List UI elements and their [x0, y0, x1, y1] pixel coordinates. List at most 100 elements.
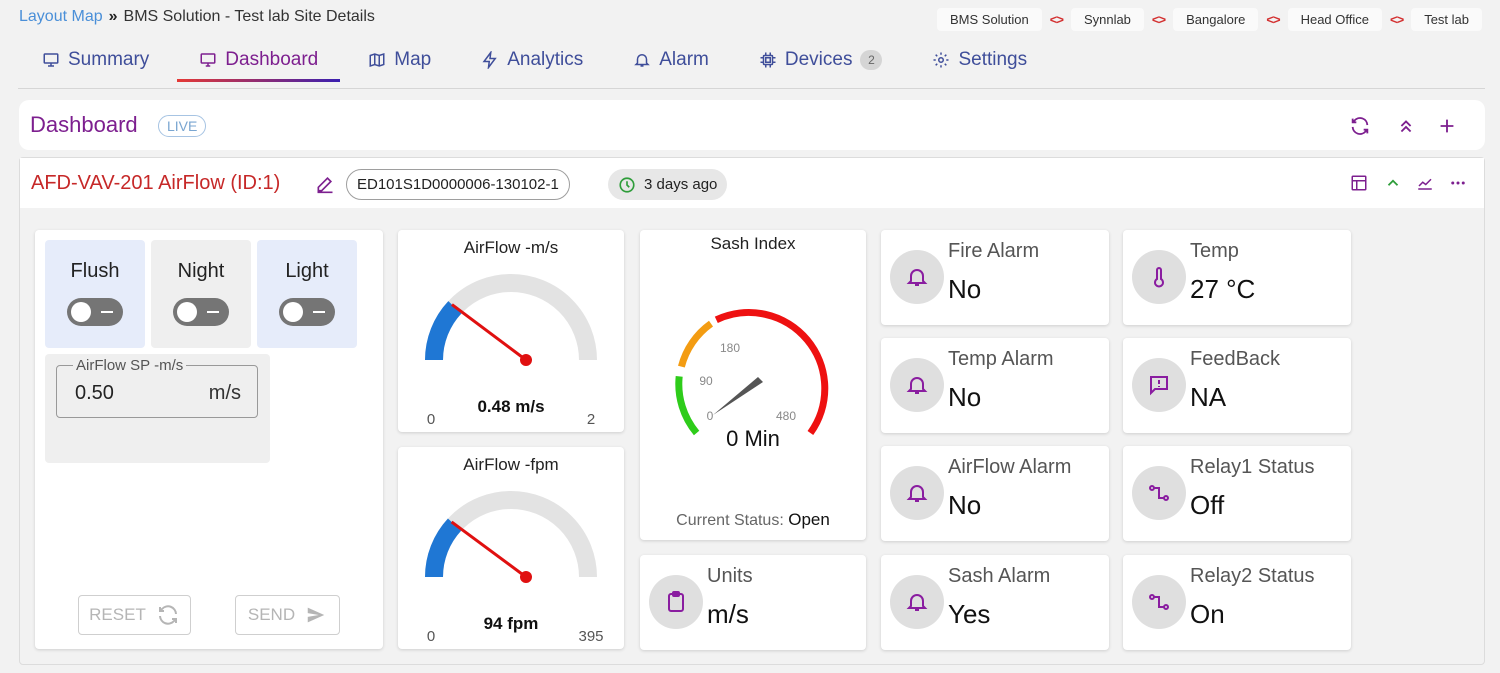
setpoint-field[interactable]: AirFlow SP -m/s 0.50 m/s	[56, 357, 258, 418]
gauge-hub	[520, 571, 532, 583]
send-button[interactable]: SEND	[235, 595, 340, 635]
stat-label: Relay1 Status	[1190, 456, 1315, 478]
hierarchy-item-test-lab[interactable]: Test lab	[1411, 8, 1482, 31]
breadcrumb: Layout Map » BMS Solution - Test lab Sit…	[19, 8, 375, 26]
hierarchy-item-bms-solution[interactable]: BMS Solution	[936, 8, 1042, 31]
tab-label: Alarm	[659, 49, 709, 70]
tab-summary[interactable]: Summary	[42, 42, 149, 78]
setpoint-panel: AirFlow SP -m/s 0.50 m/s	[45, 354, 270, 463]
send-label: SEND	[247, 605, 296, 624]
hierarchy-separator-icon: <>	[1049, 12, 1064, 27]
sash-tick-480: 480	[776, 409, 796, 423]
tab-alarm[interactable]: Alarm	[633, 42, 709, 78]
night-switch[interactable]	[173, 298, 229, 326]
main-tabs: Summary Dashboard Map Analytics Alarm De…	[42, 42, 1077, 82]
device-serial-chip: ED101S1D0000006-130102-1	[346, 169, 570, 200]
gauge-hub	[520, 354, 532, 366]
setpoint-value[interactable]: 0.50	[75, 382, 114, 405]
devices-count-badge: 2	[860, 50, 883, 70]
device-serial: ED101S1D0000006-130102-1	[357, 176, 559, 193]
dashboard-header: Dashboard LIVE	[19, 100, 1485, 150]
sash-tick-0: 0	[707, 409, 714, 423]
device-title: AFD-VAV-201 AirFlow (ID:1)	[31, 172, 281, 194]
hierarchy-item-head-office[interactable]: Head Office	[1287, 8, 1382, 31]
alarm-label: Fire Alarm	[948, 240, 1040, 262]
tab-label: Map	[394, 49, 432, 70]
alarm-value: No	[948, 382, 982, 412]
refresh-icon[interactable]	[1349, 115, 1371, 137]
edit-icon[interactable]	[315, 174, 335, 194]
page-title: Dashboard	[30, 112, 138, 137]
stat-label: Relay2 Status	[1190, 565, 1315, 587]
layout-icon[interactable]	[1350, 174, 1368, 192]
gauge-max: 2	[587, 411, 595, 428]
night-toggle-tile: Night	[151, 240, 251, 348]
send-icon	[307, 607, 325, 623]
gauge-needle	[450, 520, 527, 579]
flush-switch[interactable]	[67, 298, 123, 326]
feedback-card: FeedBack NA	[1123, 338, 1351, 433]
airflow-fpm-gauge: 94 fpm 0 395	[425, 491, 604, 645]
thermometer-icon	[1132, 250, 1186, 304]
tab-dashboard[interactable]: Dashboard	[177, 42, 341, 82]
chevron-up-icon[interactable]	[1384, 174, 1402, 192]
gauge-fill	[425, 518, 462, 578]
sash-status-label: Current Status:	[676, 512, 784, 529]
site-hierarchy: BMS Solution <> Synnlab <> Bangalore <> …	[936, 8, 1482, 31]
gauge-min: 0	[427, 411, 435, 428]
tab-analytics[interactable]: Analytics	[481, 42, 583, 78]
temp-alarm-card: Temp Alarm No	[881, 338, 1109, 433]
sash-needle	[713, 377, 763, 415]
breadcrumb-layout-map-link[interactable]: Layout Map	[19, 8, 103, 26]
sash-index-card: Sash Index 0 90 180 480 0 Min Current St…	[640, 230, 866, 540]
chart-line-icon[interactable]	[1416, 174, 1434, 192]
clipboard-icon	[649, 575, 703, 629]
units-value: m/s	[707, 599, 749, 629]
device-header: AFD-VAV-201 AirFlow (ID:1) ED101S1D00000…	[20, 158, 1484, 208]
tab-map[interactable]: Map	[368, 42, 431, 78]
device-panel: AFD-VAV-201 AirFlow (ID:1) ED101S1D00000…	[19, 157, 1485, 665]
airflow-fpm-gauge-card: AirFlow -fpm 94 fpm 0 395	[398, 447, 624, 649]
hierarchy-item-synnlab[interactable]: Synnlab	[1070, 8, 1144, 31]
stat-label: Temp	[1190, 240, 1239, 262]
sash-gauge: 0 90 180 480 0 Min	[675, 309, 829, 451]
hierarchy-item-bangalore[interactable]: Bangalore	[1173, 8, 1259, 31]
airflow-ms-gauge: 0.48 m/s 0 2	[425, 274, 597, 428]
light-switch[interactable]	[279, 298, 335, 326]
setpoint-unit: m/s	[208, 382, 241, 404]
breadcrumb-current: BMS Solution - Test lab Site Details	[123, 8, 375, 25]
hierarchy-separator-icon: <>	[1151, 12, 1166, 27]
gauge-value: 94 fpm	[484, 614, 539, 633]
bell-icon	[634, 54, 651, 67]
refresh-icon	[158, 605, 177, 625]
collapse-all-icon[interactable]	[1395, 115, 1417, 137]
bell-icon	[890, 466, 944, 520]
add-icon[interactable]	[1436, 115, 1458, 137]
more-icon[interactable]	[1449, 174, 1467, 192]
hierarchy-separator-icon: <>	[1390, 12, 1404, 27]
feedback-icon	[1132, 358, 1186, 412]
units-card: Units m/s	[640, 555, 866, 650]
light-label: Light	[285, 260, 329, 282]
gauge-needle	[451, 303, 527, 362]
gauge-min: 0	[427, 628, 435, 645]
bell-icon	[890, 250, 944, 304]
reset-button[interactable]: RESET	[78, 595, 191, 635]
desktop-icon	[200, 53, 216, 67]
sash-alarm-card: Sash Alarm Yes	[881, 555, 1109, 650]
gear-icon	[933, 52, 949, 68]
tab-settings[interactable]: Settings	[932, 42, 1027, 78]
flush-label: Flush	[70, 260, 120, 282]
flush-toggle-tile: Flush	[45, 240, 145, 348]
airflow-alarm-card: AirFlow Alarm No	[881, 446, 1109, 541]
hierarchy-separator-icon: <>	[1266, 12, 1280, 27]
last-seen-text: 3 days ago	[644, 176, 718, 193]
alarm-value: No	[948, 274, 982, 304]
relay1-status-card: Relay1 Status Off	[1123, 446, 1351, 541]
units-label: Units	[707, 565, 753, 587]
divider	[18, 88, 1485, 89]
tab-label: Dashboard	[225, 49, 319, 70]
tab-devices[interactable]: Devices 2	[759, 42, 883, 78]
last-seen-chip: 3 days ago	[608, 169, 728, 200]
reset-label: RESET	[89, 605, 146, 624]
